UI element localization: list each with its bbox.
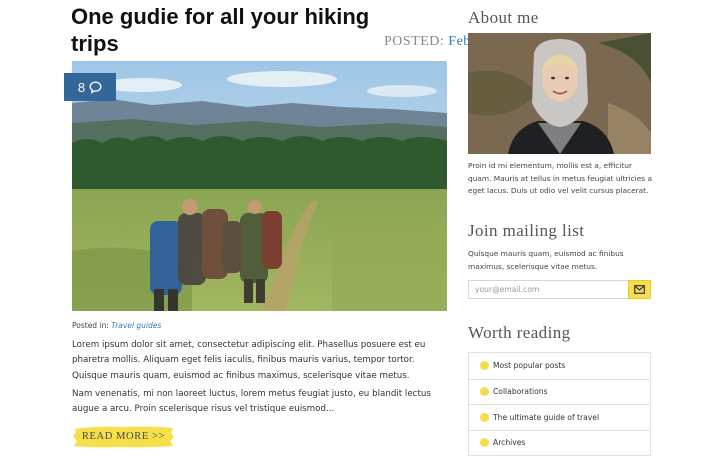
speech-bubble-icon xyxy=(89,81,102,94)
posted-prefix: POSTED: xyxy=(384,34,445,49)
list-item-label: Collaborations xyxy=(493,387,548,397)
comment-count: 8 xyxy=(77,79,86,95)
envelope-icon xyxy=(634,285,645,294)
posted-in: Posted in: Travel guides xyxy=(72,321,161,330)
about-me-photo xyxy=(468,33,651,154)
read-more-label: READ MORE >> xyxy=(81,431,166,442)
category-link[interactable]: Travel guides xyxy=(111,321,161,330)
portrait-photo xyxy=(468,33,651,154)
mailing-list-text: Quisque mauris quam, euismod ac finibus … xyxy=(468,249,624,271)
post-hero-image[interactable] xyxy=(72,61,447,311)
list-item-label: Most popular posts xyxy=(493,361,566,371)
post-excerpt-paragraph: Nam venenatis, mi non laoreet luctus, lo… xyxy=(72,389,431,415)
list-item[interactable]: The ultimate guide of travel xyxy=(469,404,650,430)
about-me-heading: About me xyxy=(468,8,539,27)
list-item-label: The ultimate guide of travel xyxy=(493,412,600,422)
comment-count-badge[interactable]: 8 xyxy=(64,73,116,101)
posted-in-label: Posted in: xyxy=(72,321,109,330)
email-field[interactable] xyxy=(468,280,628,299)
list-item-label: Archives xyxy=(493,438,526,448)
worth-reading-heading: Worth reading xyxy=(468,323,571,342)
list-item[interactable]: Most popular posts xyxy=(469,353,650,379)
post-title[interactable]: One gudie for all your hiking trips xyxy=(71,3,371,57)
bullet-dot-icon xyxy=(480,361,489,371)
bullet-dot-icon xyxy=(480,438,489,448)
bullet-dot-icon xyxy=(480,412,489,422)
list-item[interactable]: Collaborations xyxy=(469,378,650,405)
mailing-list-heading: Join mailing list xyxy=(468,221,585,240)
subscribe-button[interactable] xyxy=(628,280,651,299)
read-more-button[interactable]: READ MORE >> xyxy=(72,424,175,449)
about-me-text: Proin id mi elementum, mollis est a, eff… xyxy=(468,161,652,195)
bullet-dot-icon xyxy=(480,387,489,397)
list-item[interactable]: Archives xyxy=(469,429,650,456)
worth-reading-list: Most popular posts Collaborations The ul… xyxy=(468,352,651,456)
post-excerpt-paragraph: Lorem ipsum dolor sit amet, consectetur … xyxy=(72,340,426,381)
hiking-photo xyxy=(72,61,447,311)
